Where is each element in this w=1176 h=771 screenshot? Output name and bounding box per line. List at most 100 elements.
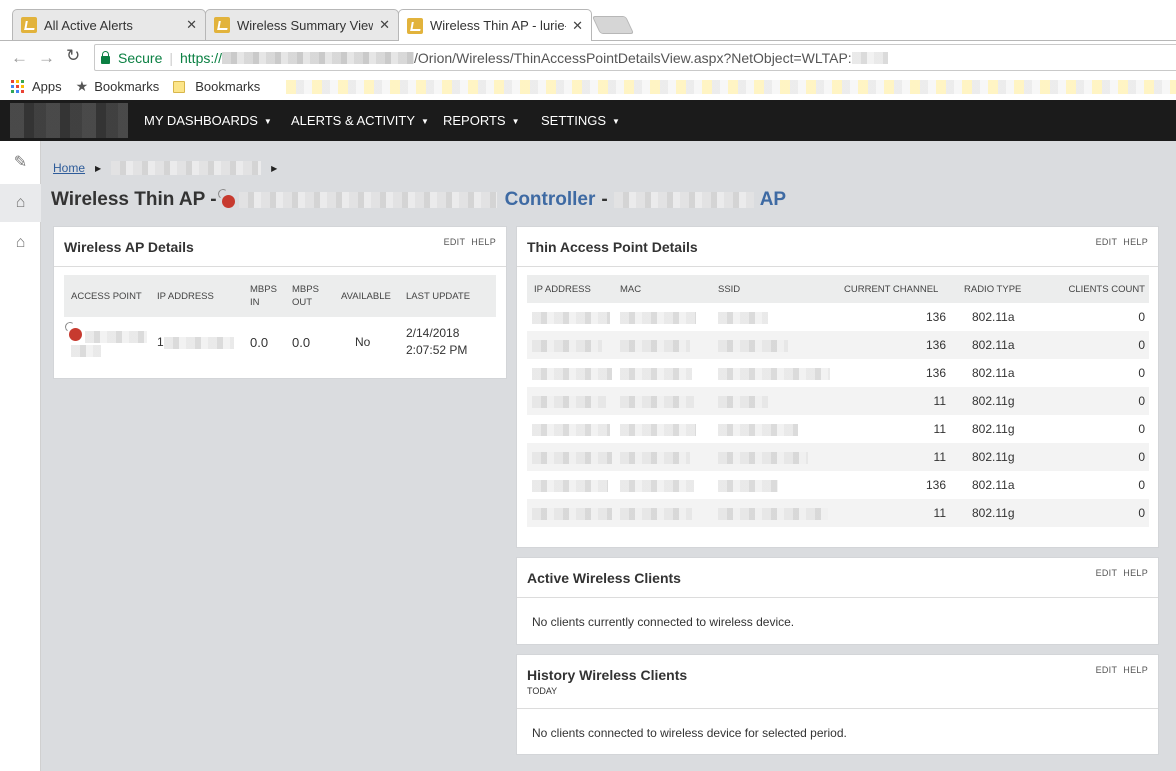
cell-radio-type: 802.11g [972, 506, 1015, 520]
nav-my-dashboards[interactable]: MY DASHBOARDS ▼ [144, 100, 272, 141]
redacted-ssid [718, 339, 788, 352]
table-row: 136 802.11a 0 [527, 303, 1149, 331]
redacted-ap-name [238, 192, 497, 208]
panel-subtitle: TODAY [527, 686, 558, 696]
table-row: 1 0.0 0.0 No 2/14/2018 2:07:52 PM [64, 317, 496, 367]
redacted-breadcrumb[interactable] [111, 161, 262, 175]
col-mac: MAC [620, 283, 642, 295]
redacted-ap-name-2 [71, 344, 101, 357]
edit-link[interactable]: EDIT [1096, 568, 1118, 578]
main-nav: MY DASHBOARDS ▼ ALERTS & ACTIVITY ▼ REPORT… [0, 100, 1176, 141]
panel-title: History Wireless Clients [527, 667, 688, 683]
ip-prefix: 1 [157, 335, 164, 349]
close-icon[interactable]: ✕ [379, 17, 390, 33]
redacted-mac [620, 423, 696, 436]
edit-link[interactable]: EDIT [1096, 237, 1118, 247]
apps-shortcut[interactable]: Apps [11, 79, 62, 94]
bookmarks-star-item[interactable]: ★ Bookmarks [76, 78, 160, 95]
close-icon[interactable]: ✕ [572, 18, 583, 34]
cell-current-channel: 136 [925, 478, 946, 492]
edit-link[interactable]: EDIT [1096, 665, 1118, 675]
home-icon[interactable]: ⌂ [0, 184, 41, 222]
logo[interactable] [10, 103, 128, 138]
bookmarks-bar: Apps ★ Bookmarks Bookmarks [0, 73, 1176, 100]
nav-label: SETTINGS [541, 113, 607, 128]
apps-grid-icon [11, 80, 24, 93]
panel-actions: EDIT HELP [438, 237, 496, 247]
redacted-ip [532, 339, 602, 352]
redacted-mac [620, 479, 694, 492]
panel-header: History Wireless Clients TODAY EDIT HELP [517, 655, 1158, 709]
solarwinds-favicon-icon [407, 17, 423, 34]
help-link[interactable]: HELP [1123, 665, 1148, 675]
empty-message: No clients connected to wireless device … [532, 726, 847, 740]
cell-current-channel: 136 [925, 366, 946, 380]
caret-down-icon: ▼ [612, 117, 620, 127]
redacted-host [222, 51, 415, 64]
edit-link[interactable]: EDIT [444, 237, 466, 247]
table-header-row: IP ADDRESS MAC SSID CURRENT CHANNEL RADI… [527, 275, 1149, 303]
cell-available: No [355, 335, 371, 349]
tab-wireless-thin-ap[interactable]: Wireless Thin AP - lurie- ✕ [398, 9, 592, 41]
breadcrumb-home-link[interactable]: Home [53, 161, 85, 175]
nav-alerts-activity[interactable]: ALERTS & ACTIVITY ▼ [291, 100, 429, 141]
redacted-ssid [718, 451, 808, 464]
new-tab-button[interactable] [591, 16, 635, 34]
nav-reports[interactable]: REPORTS ▼ [443, 100, 520, 141]
cell-mac [620, 331, 718, 359]
solarwinds-favicon-icon [214, 17, 230, 33]
redacted-ip [532, 311, 610, 324]
col-mbps-out: MBPS OUT [292, 275, 341, 317]
ap-link[interactable]: AP [760, 189, 786, 211]
redacted-ssid [718, 311, 768, 324]
tab-wireless-summary-view[interactable]: Wireless Summary View ✕ [205, 9, 399, 40]
cell-clients-count: 0 [1138, 338, 1145, 352]
cell-ssid [718, 359, 844, 387]
last-update-date: 2/14/2018 [406, 326, 460, 340]
redacted-mac [620, 395, 694, 408]
page-title: Wireless Thin AP - Controller - AP [51, 189, 786, 211]
back-arrow-icon[interactable]: ← [11, 48, 28, 68]
last-update-time: 2:07:52 PM [406, 343, 468, 357]
table-row: 136 802.11a 0 [527, 331, 1149, 359]
edit-pencil-icon[interactable]: ✎ [0, 143, 41, 181]
cell-last-update: 2/14/2018 2:07:52 PM [406, 317, 496, 367]
home-icon[interactable]: ⌂ [0, 224, 41, 262]
nav-label: ALERTS & ACTIVITY [291, 113, 416, 128]
cell-mbps-in: 0.0 [250, 334, 269, 350]
table-row: 11 802.11g 0 [527, 387, 1149, 415]
redacted-ip [532, 479, 608, 492]
redacted-mac [620, 451, 690, 464]
tab-title: Wireless Thin AP - lurie- [430, 18, 567, 33]
redacted-mac [620, 311, 696, 324]
close-icon[interactable]: ✕ [186, 17, 197, 33]
tab-all-active-alerts[interactable]: All Active Alerts ✕ [12, 9, 206, 40]
thin-ap-details-panel: Thin Access Point Details EDIT HELP IP AD… [516, 226, 1159, 548]
cell-clients-count: 0 [1138, 506, 1145, 520]
cell-ip-address: 1 [157, 317, 250, 367]
nav-label: REPORTS [443, 113, 506, 128]
bookmarks-folder-label: Bookmarks [195, 79, 261, 94]
help-link[interactable]: HELP [471, 237, 496, 247]
bookmarks-label: Bookmarks [94, 79, 160, 94]
nav-settings[interactable]: SETTINGS ▼ [541, 100, 620, 141]
redacted-ip [532, 395, 606, 408]
controller-link[interactable]: Controller [505, 189, 596, 211]
panel-title: Active Wireless Clients [527, 570, 681, 586]
col-mbps-out-line1: MBPS [292, 284, 319, 295]
help-link[interactable]: HELP [1123, 568, 1148, 578]
breadcrumb-dropdown-icon[interactable]: ▶ [271, 164, 277, 173]
redacted-bookmarks [286, 79, 1176, 94]
cell-ip-address [527, 303, 620, 331]
cell-ip-address [527, 499, 620, 527]
bookmarks-folder-item[interactable]: Bookmarks [173, 79, 260, 94]
forward-arrow-icon[interactable]: → [38, 48, 55, 68]
redacted-ap-name[interactable] [85, 330, 148, 343]
solarwinds-favicon-icon [21, 17, 37, 33]
cell-mac [620, 443, 718, 471]
address-bar[interactable]: Secure | https:// /Orion/Wireless/ThinAc… [94, 44, 1176, 71]
reload-icon[interactable]: ↻ [66, 46, 80, 66]
col-ip-address: IP ADDRESS [534, 283, 591, 295]
breadcrumb-separator-icon: ▶ [95, 163, 102, 173]
help-link[interactable]: HELP [1123, 237, 1148, 247]
